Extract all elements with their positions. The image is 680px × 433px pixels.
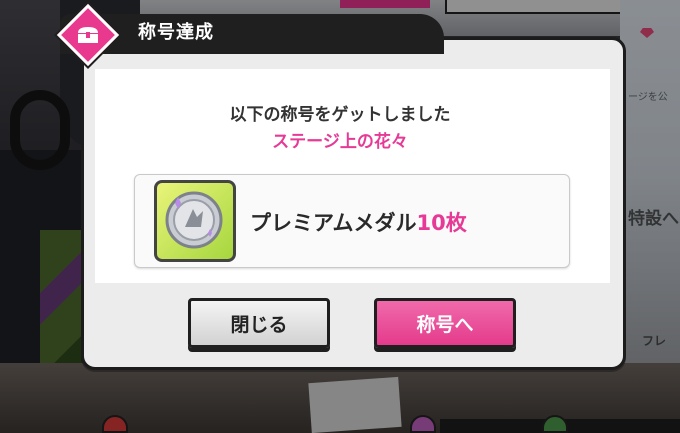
premium-medal-icon: [165, 191, 223, 249]
treasure-chest-icon: [78, 27, 98, 43]
title-name: ステージ上の花々: [272, 132, 408, 152]
close-button[interactable]: 閉じる: [188, 298, 330, 348]
dialog-title: 称号達成: [138, 22, 214, 43]
reward-label: プレミアムメダル10枚: [250, 207, 467, 237]
result-message: 以下の称号をゲットしました: [229, 105, 451, 125]
go-to-title-button[interactable]: 称号へ: [374, 298, 516, 348]
reward-item-count: 10枚: [416, 211, 467, 235]
dialog-title-badge: [56, 3, 120, 67]
reward-item-name: プレミアムメダル: [250, 211, 417, 235]
